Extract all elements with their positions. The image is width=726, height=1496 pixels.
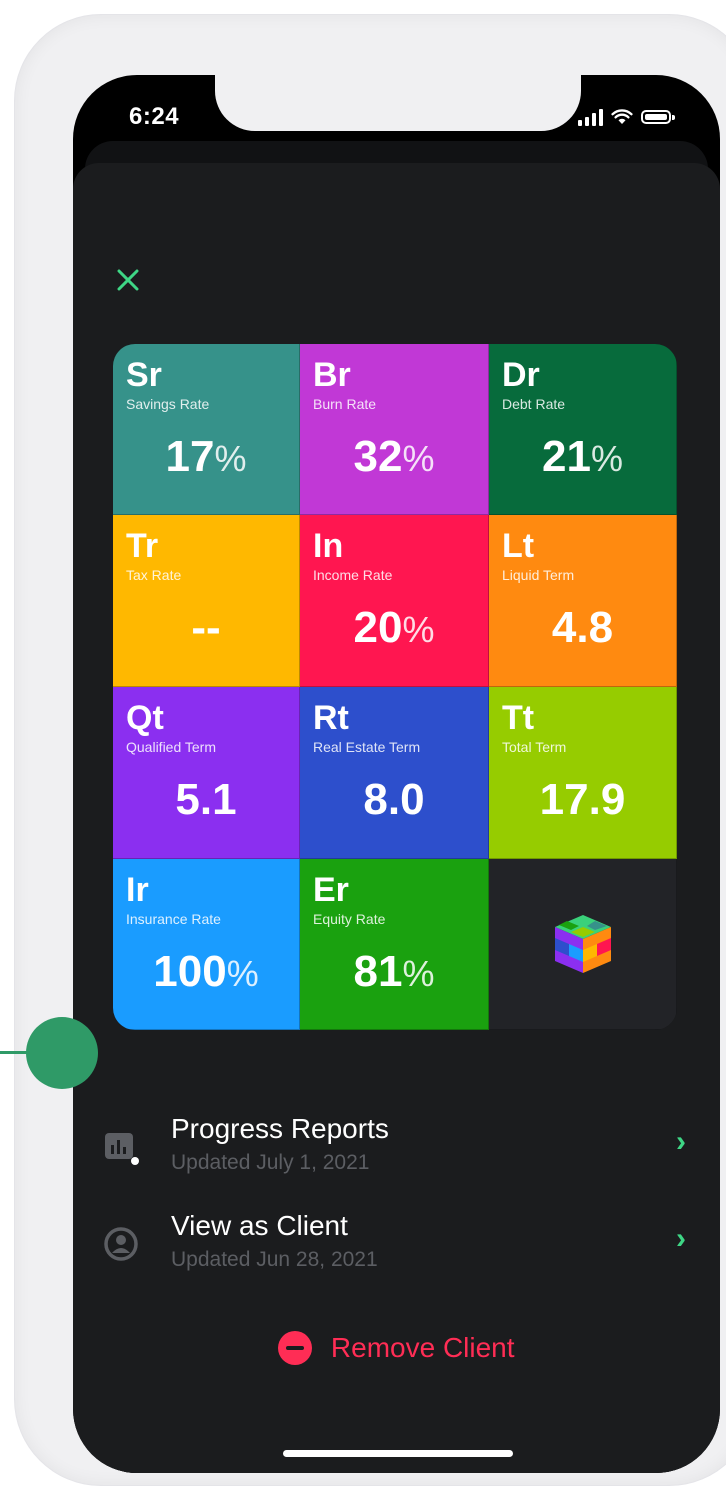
notch: [215, 75, 581, 131]
logo-tile: [489, 859, 677, 1030]
metric-value-wrap: 81%: [300, 947, 488, 997]
metric-tile-rt[interactable]: Rt Real Estate Term 8.0: [300, 687, 489, 859]
metric-value: 8.0: [363, 775, 425, 824]
metric-tile-sr[interactable]: Sr Savings Rate 17%: [113, 344, 300, 515]
metric-label: Total Term: [502, 739, 567, 755]
metric-symbol: Qt: [126, 699, 164, 737]
metric-value-wrap: 17%: [113, 432, 299, 482]
metric-tile-er[interactable]: Er Equity Rate 81%: [300, 859, 489, 1030]
minus-circle-icon: [278, 1331, 313, 1365]
remove-client-button[interactable]: Remove Client: [73, 1331, 720, 1391]
chevron-right-icon: ›: [676, 1222, 686, 1255]
metric-symbol: Tt: [502, 699, 535, 737]
metric-value-wrap: 5.1: [113, 775, 299, 825]
metric-value-wrap: 8.0: [300, 775, 488, 825]
metric-symbol: Br: [313, 356, 351, 394]
metric-value-wrap: 100%: [113, 947, 299, 997]
metric-tile-in[interactable]: In Income Rate 20%: [300, 515, 489, 687]
signal-icon: [578, 108, 603, 126]
client-sheet: Sr Savings Rate 17% Br Burn Rate 32% Dr Debt Ra…: [73, 163, 720, 1473]
view-as-client-subtitle: Updated Jun 28, 2021: [171, 1248, 378, 1271]
metric-symbol: Lt: [502, 527, 535, 565]
metric-unit: %: [590, 438, 623, 479]
metric-value: 100: [153, 947, 227, 996]
close-button[interactable]: [111, 267, 145, 301]
metric-tile-br[interactable]: Br Burn Rate 32%: [300, 344, 489, 515]
metric-symbol: In: [313, 527, 344, 565]
view-as-client-row[interactable]: View as Client Updated Jun 28, 2021 ›: [73, 1198, 720, 1286]
metric-symbol: Er: [313, 871, 349, 909]
metric-tile-tt[interactable]: Tt Total Term 17.9: [489, 687, 677, 859]
metric-value: 20: [353, 603, 403, 652]
metric-value: 32: [353, 432, 403, 481]
metric-tile-qt[interactable]: Qt Qualified Term 5.1: [113, 687, 300, 859]
progress-reports-title: Progress Reports: [171, 1113, 389, 1144]
metric-value: 4.8: [551, 603, 614, 652]
metric-symbol: Sr: [126, 356, 162, 394]
metric-label: Real Estate Term: [313, 739, 421, 755]
metric-label: Qualified Term: [126, 739, 217, 755]
status-icons: [578, 105, 675, 129]
metric-tile-tr[interactable]: Tr Tax Rate --: [113, 515, 300, 687]
metric-value-wrap: 17.9: [489, 775, 676, 825]
metric-value: 17.9: [539, 775, 626, 824]
wifi-icon: [611, 109, 633, 124]
phone-screen: 6:24 Sr Savings Rate 17% Br Burn Rate 32…: [73, 75, 720, 1473]
user-circle-icon: [104, 1227, 138, 1261]
progress-reports-row[interactable]: Progress Reports Updated July 1, 2021 ›: [73, 1101, 720, 1189]
metric-symbol: Tr: [126, 527, 159, 565]
phone-frame: 6:24 Sr Savings Rate 17% Br Burn Rate 32…: [15, 15, 726, 1485]
close-x-icon: [117, 269, 139, 291]
metric-tile-ir[interactable]: Ir Insurance Rate 100%: [113, 859, 300, 1030]
metric-label: Liquid Term: [502, 567, 575, 583]
metric-value-wrap: 32%: [300, 432, 488, 482]
metric-unit: %: [402, 609, 435, 650]
metric-symbol: Rt: [313, 699, 349, 737]
bar-chart-icon: [105, 1133, 139, 1165]
metric-label: Income Rate: [313, 567, 393, 583]
metric-value: 81: [353, 947, 403, 996]
metric-unit: %: [214, 438, 247, 479]
home-indicator: [283, 1450, 513, 1457]
metric-value: --: [191, 603, 221, 652]
battery-icon: [641, 110, 675, 124]
metric-value: 21: [542, 432, 591, 481]
metric-value-wrap: 4.8: [489, 603, 676, 653]
progress-reports-subtitle: Updated July 1, 2021: [171, 1151, 370, 1174]
metric-symbol: Ir: [126, 871, 149, 909]
metric-label: Equity Rate: [313, 911, 386, 927]
metric-unit: %: [402, 953, 435, 994]
remove-client-label: Remove Client: [330, 1332, 515, 1363]
metric-unit: %: [402, 438, 435, 479]
metric-label: Savings Rate: [126, 396, 210, 412]
view-as-client-title: View as Client: [171, 1210, 348, 1241]
metric-value-wrap: --: [113, 603, 299, 653]
metric-value-wrap: 20%: [300, 603, 488, 653]
metric-symbol: Dr: [502, 356, 540, 394]
chevron-right-icon: ›: [676, 1125, 686, 1158]
metric-label: Insurance Rate: [126, 911, 221, 927]
metric-tile-lt[interactable]: Lt Liquid Term 4.8: [489, 515, 677, 687]
metric-value: 5.1: [175, 775, 237, 824]
metrics-grid: Sr Savings Rate 17% Br Burn Rate 32% Dr Debt Ra…: [113, 344, 677, 1030]
status-time: 6:24: [129, 103, 180, 130]
cube-logo-icon: [554, 915, 611, 973]
metric-label: Tax Rate: [126, 567, 182, 583]
metric-unit: %: [226, 953, 259, 994]
metric-tile-dr[interactable]: Dr Debt Rate 21%: [489, 344, 677, 515]
metric-value: 17: [165, 432, 215, 481]
metric-label: Debt Rate: [502, 396, 566, 412]
metric-value-wrap: 21%: [489, 432, 676, 482]
metric-label: Burn Rate: [313, 396, 377, 412]
annotation-dot: [26, 1017, 98, 1089]
